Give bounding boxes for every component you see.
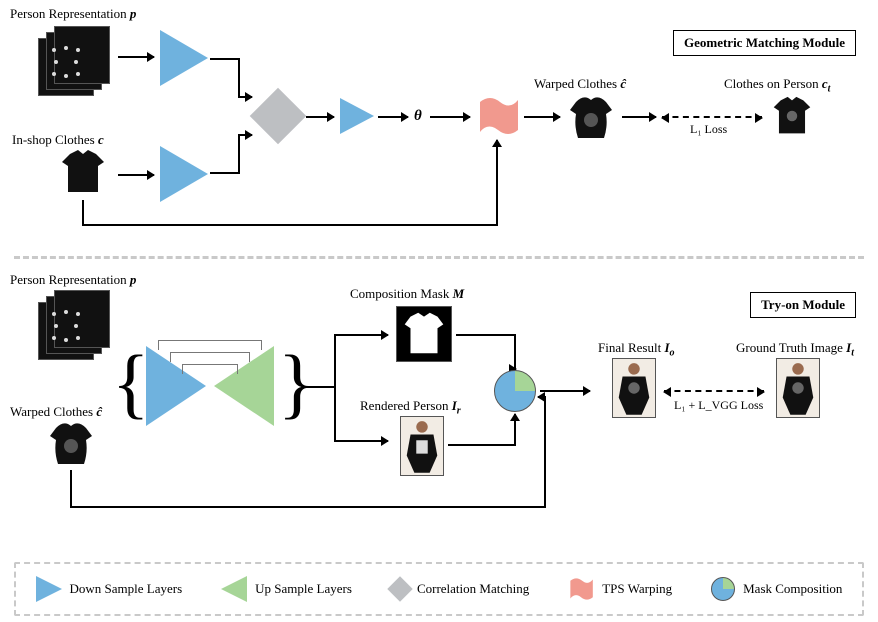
label-warped-clothes: Warped Clothes ĉ bbox=[534, 76, 626, 92]
label-l1-vgg-loss: L₁ + L_VGG Loss bbox=[674, 398, 763, 413]
label-ground-truth: Ground Truth Image It bbox=[736, 340, 854, 359]
line bbox=[210, 172, 240, 174]
down-sample-icon bbox=[340, 98, 374, 134]
ground-truth-icon bbox=[776, 358, 820, 418]
module-divider bbox=[14, 256, 864, 259]
tps-warping-icon bbox=[476, 94, 520, 138]
composition-mask-icon bbox=[396, 306, 452, 362]
warped-clothes-icon bbox=[48, 422, 94, 466]
skip-connection-icon bbox=[158, 340, 262, 350]
gmm-title-box: Geometric Matching Module bbox=[673, 30, 856, 56]
arrow-up-icon bbox=[514, 414, 516, 416]
legend-label: Mask Composition bbox=[743, 581, 842, 597]
arrow-icon bbox=[238, 134, 252, 136]
legend-item-tps: TPS Warping bbox=[568, 576, 672, 602]
arrow-icon bbox=[118, 56, 154, 58]
line bbox=[544, 396, 546, 508]
line bbox=[82, 224, 498, 226]
label-person-rep-2: Person Representation p bbox=[10, 272, 136, 288]
skip-connection-icon bbox=[182, 364, 238, 374]
line bbox=[70, 470, 72, 506]
arrow-icon bbox=[540, 390, 590, 392]
skip-connection-icon bbox=[170, 352, 250, 362]
arrow-up-icon bbox=[496, 140, 498, 142]
label-comp-mask: Composition Mask M bbox=[350, 286, 464, 302]
line bbox=[238, 58, 240, 98]
up-sample-icon bbox=[221, 576, 247, 602]
legend-label: Down Sample Layers bbox=[70, 581, 183, 597]
arrow-icon bbox=[118, 174, 154, 176]
arrow-icon bbox=[306, 116, 334, 118]
down-sample-icon bbox=[36, 576, 62, 602]
loss-dash-icon bbox=[664, 390, 764, 392]
down-sample-icon bbox=[160, 30, 208, 86]
legend-item-corr: Correlation Matching bbox=[391, 580, 529, 598]
tom-title-box: Try-on Module bbox=[750, 292, 856, 318]
mask-composition-icon bbox=[711, 577, 735, 601]
legend-label: Up Sample Layers bbox=[255, 581, 352, 597]
line bbox=[70, 506, 546, 508]
line bbox=[238, 134, 240, 174]
line bbox=[82, 200, 84, 224]
label-inshop-clothes: In-shop Clothes c bbox=[12, 132, 104, 148]
mask-composition-icon bbox=[494, 370, 536, 412]
brace-icon: } bbox=[278, 338, 315, 428]
line bbox=[210, 58, 240, 60]
legend-label: TPS Warping bbox=[602, 581, 672, 597]
gmm-title: Geometric Matching Module bbox=[684, 35, 845, 50]
label-rendered-person: Rendered Person Ir bbox=[360, 398, 461, 417]
label-final-result: Final Result Io bbox=[598, 340, 675, 359]
inshop-clothes-icon bbox=[60, 150, 106, 194]
person-rep-stack-icon bbox=[38, 290, 108, 360]
brace-icon: { bbox=[112, 338, 149, 428]
line bbox=[306, 386, 336, 388]
label-person-rep: Person Representation p bbox=[10, 6, 136, 22]
legend-item-down: Down Sample Layers bbox=[36, 576, 183, 602]
label-clothes-on-person: Clothes on Person ct bbox=[724, 76, 830, 95]
legend-item-mask: Mask Composition bbox=[711, 577, 842, 601]
correlation-matching-icon bbox=[387, 576, 412, 601]
label-l1-loss: L₁ Loss bbox=[690, 122, 727, 137]
tom-title: Try-on Module bbox=[761, 297, 845, 312]
warped-clothes-icon bbox=[568, 96, 614, 140]
line bbox=[448, 444, 516, 446]
tps-warping-icon bbox=[568, 576, 594, 602]
clothes-on-person-icon bbox=[772, 96, 812, 136]
arrow-icon bbox=[238, 96, 252, 98]
correlation-matching-icon bbox=[250, 88, 307, 145]
label-warped-clothes-2: Warped Clothes ĉ bbox=[10, 404, 102, 420]
loss-dash-icon bbox=[662, 116, 762, 118]
legend-box: Down Sample Layers Up Sample Layers Corr… bbox=[14, 562, 864, 616]
arrow-icon bbox=[524, 116, 560, 118]
line bbox=[496, 142, 498, 226]
arrow-icon bbox=[538, 396, 540, 398]
line bbox=[334, 334, 336, 442]
line bbox=[456, 334, 516, 336]
arrow-icon bbox=[378, 116, 408, 118]
arrow-icon bbox=[622, 116, 656, 118]
person-rep-stack-icon bbox=[38, 26, 108, 96]
arrow-icon bbox=[430, 116, 470, 118]
theta-symbol: θ bbox=[414, 108, 422, 125]
legend-item-up: Up Sample Layers bbox=[221, 576, 352, 602]
legend-label: Correlation Matching bbox=[417, 581, 529, 597]
arrow-icon bbox=[334, 334, 388, 336]
final-result-icon bbox=[612, 358, 656, 418]
arrow-icon bbox=[334, 440, 388, 442]
rendered-person-icon bbox=[400, 416, 444, 476]
down-sample-icon bbox=[160, 146, 208, 202]
